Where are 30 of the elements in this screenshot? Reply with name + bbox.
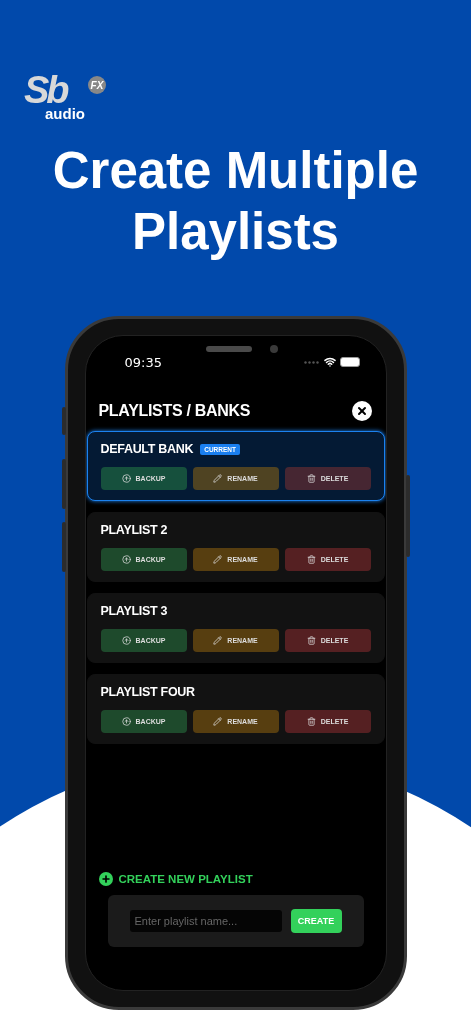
trash-icon bbox=[306, 717, 316, 726]
trash-icon bbox=[306, 474, 316, 483]
playlist-name-field[interactable]: Enter playlist name... bbox=[129, 910, 282, 932]
headline: Create Multiple Playlists bbox=[51, 141, 420, 262]
upload-icon bbox=[121, 636, 131, 645]
speaker-grille bbox=[205, 346, 252, 352]
playlist-name: PLAYLIST 2 bbox=[100, 523, 168, 537]
playlist-name: PLAYLIST 3 bbox=[100, 604, 168, 618]
battery-icon bbox=[339, 357, 360, 367]
playlist-name: DEFAULT BANK bbox=[100, 442, 194, 456]
pencil-icon bbox=[213, 636, 223, 645]
upload-icon bbox=[121, 474, 131, 483]
wifi-icon bbox=[323, 356, 336, 368]
upload-icon bbox=[121, 717, 131, 726]
upload-icon bbox=[121, 555, 131, 564]
signal-icon bbox=[303, 360, 320, 364]
screen-title: PLAYLISTS / BANKS bbox=[98, 402, 251, 420]
pencil-icon bbox=[213, 555, 223, 564]
playlist-name: PLAYLIST FOUR bbox=[100, 685, 195, 699]
create-new-playlist-button[interactable]: CREATE NEW PLAYLIST bbox=[98, 872, 253, 886]
close-button[interactable] bbox=[351, 401, 372, 421]
trash-icon bbox=[306, 636, 316, 645]
pencil-icon bbox=[213, 717, 223, 726]
logo: Sb FX audio bbox=[24, 70, 107, 124]
trash-icon bbox=[306, 555, 316, 564]
pencil-icon bbox=[213, 474, 223, 483]
plus-icon bbox=[98, 872, 113, 886]
close-icon bbox=[355, 405, 368, 417]
status-time: 09:35 bbox=[124, 354, 162, 370]
camera-dot bbox=[269, 345, 278, 353]
